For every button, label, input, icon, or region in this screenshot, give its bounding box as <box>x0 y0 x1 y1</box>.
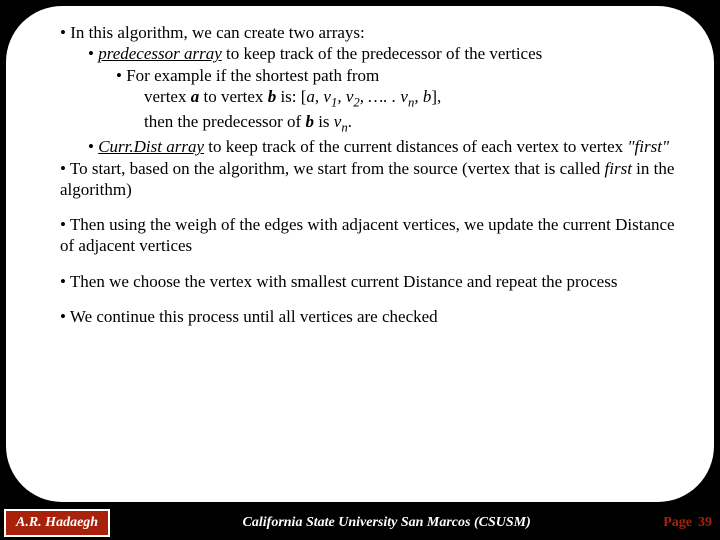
term-predecessor-array: predecessor array <box>98 44 222 63</box>
bullet-start: • To start, based on the algorithm, we s… <box>60 158 678 201</box>
bullet-predecessor: • predecessor array to keep track of the… <box>88 43 678 64</box>
vertex-b: b <box>268 87 277 106</box>
path-seq: , b <box>414 87 431 106</box>
text: to vertex <box>199 87 267 106</box>
text: • <box>88 44 98 63</box>
bullet-currdist: • Curr.Dist array to keep track of the c… <box>88 136 678 157</box>
text: vertex <box>144 87 191 106</box>
text: • To start, based on the algorithm, we s… <box>60 159 605 178</box>
bullet-example-intro: • For example if the shortest path from <box>116 65 678 86</box>
text: . <box>348 112 352 131</box>
slide-content: • In this algorithm, we can create two a… <box>60 22 678 327</box>
footer-page: Page 39 <box>663 515 712 531</box>
footer-author: A.R. Hadaegh <box>4 509 110 537</box>
slide-footer: A.R. Hadaegh California State University… <box>0 506 720 540</box>
spacer <box>60 257 678 271</box>
spacer <box>60 200 678 214</box>
term-currdist-array: Curr.Dist array <box>98 137 204 156</box>
text: then the predecessor of <box>144 112 305 131</box>
page-number: 39 <box>698 515 712 530</box>
bullet-continue: • We continue this process until all ver… <box>60 306 678 327</box>
first: first <box>605 159 632 178</box>
vertex-a: a <box>191 87 200 106</box>
path-seq: , v <box>337 87 353 106</box>
bullet-intro: • In this algorithm, we can create two a… <box>60 22 678 43</box>
bullet-choose: • Then we choose the vertex with smalles… <box>60 271 678 292</box>
slide-body: • In this algorithm, we can create two a… <box>6 6 714 502</box>
spacer <box>60 292 678 306</box>
text: to keep track of the current distances o… <box>204 137 627 156</box>
bullet-example-path: vertex a to vertex b is: [a, v1, v2, …. … <box>144 86 678 111</box>
vertex-b: b <box>305 112 314 131</box>
text: • <box>88 137 98 156</box>
bullet-update: • Then using the weigh of the edges with… <box>60 214 678 257</box>
text: to keep track of the predecessor of the … <box>222 44 543 63</box>
footer-university: California State University San Marcos (… <box>110 515 663 531</box>
path-seq: a, v <box>306 87 331 106</box>
bullet-example-pred: then the predecessor of b is vn. <box>144 111 678 136</box>
text: is <box>314 112 334 131</box>
text: is: [ <box>276 87 306 106</box>
text: ], <box>431 87 441 106</box>
first-quoted: "first" <box>627 137 669 156</box>
page-label: Page <box>663 515 692 530</box>
path-seq: , …. . v <box>360 87 408 106</box>
